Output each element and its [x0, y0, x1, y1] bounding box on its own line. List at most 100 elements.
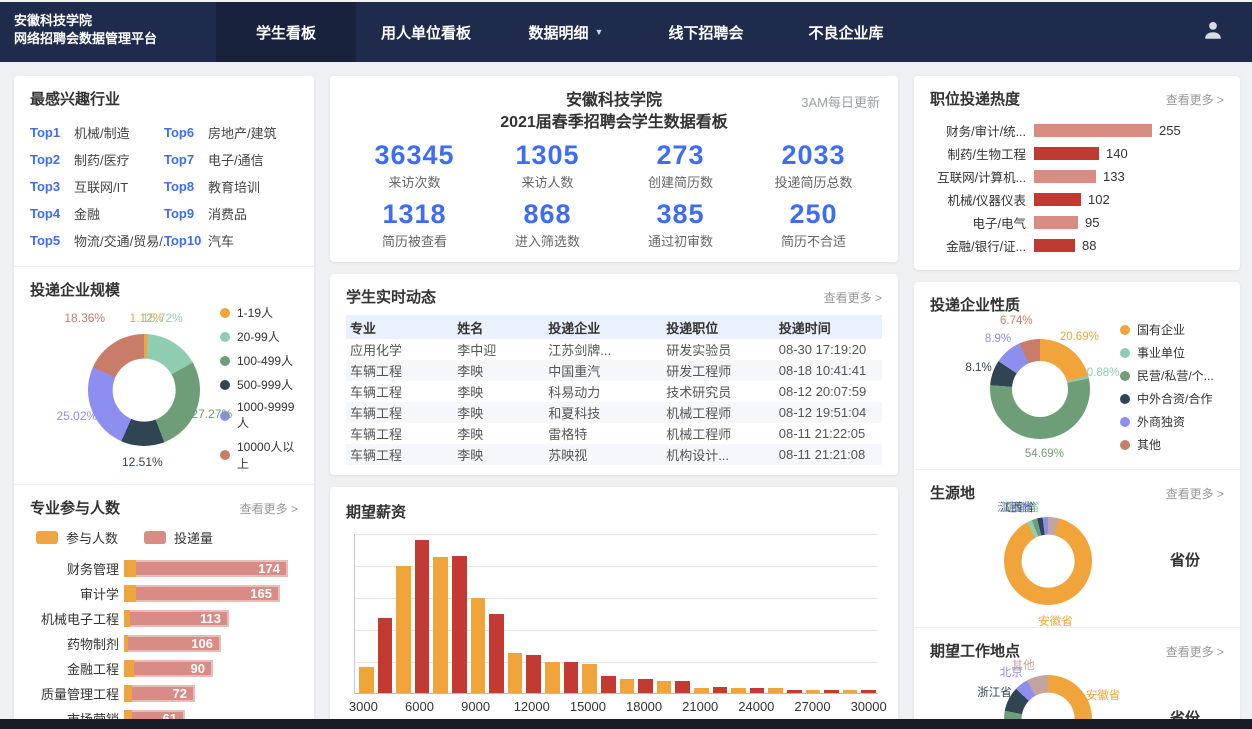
table-cell: 车辆工程: [346, 402, 453, 423]
legend-item[interactable]: 其他: [1120, 436, 1214, 453]
salary-bar[interactable]: [787, 690, 802, 693]
salary-bar[interactable]: [824, 690, 839, 693]
industry-item[interactable]: Top1机械/制造: [30, 119, 164, 146]
legend-item[interactable]: 外商独资: [1120, 413, 1214, 430]
nav-item-2[interactable]: 用人单位看板: [356, 2, 496, 62]
job-heat-row[interactable]: 机械/仪器仪表102: [930, 188, 1224, 210]
industry-item[interactable]: Top6房地产/建筑: [164, 119, 298, 146]
nav-item-4[interactable]: 线下招聘会: [636, 2, 776, 62]
stat-label: 通过初审数: [614, 231, 747, 250]
activity-more-link[interactable]: 查看更多 >: [824, 289, 882, 306]
legend-item[interactable]: 1-19人: [220, 304, 298, 321]
legend-item[interactable]: 民营/私营/个...: [1120, 367, 1214, 384]
salary-bar[interactable]: [489, 614, 504, 693]
legend-item[interactable]: 100-499人: [220, 352, 298, 369]
salary-bar[interactable]: [601, 676, 616, 693]
legend-item[interactable]: 500-999人: [220, 376, 298, 393]
stat-value: 868: [481, 199, 614, 229]
legend-item[interactable]: 国有企业: [1120, 321, 1214, 338]
salary-bar[interactable]: [731, 688, 746, 693]
salary-bar[interactable]: [638, 679, 653, 693]
delivery-bar-segment: 113: [130, 610, 229, 627]
industry-rank: Top4: [30, 206, 74, 221]
salary-bar[interactable]: [545, 662, 560, 693]
table-row[interactable]: 车辆工程李映苏映视机构设计...08-11 21:21:08: [346, 444, 882, 465]
salary-bar[interactable]: [843, 690, 858, 693]
industry-item[interactable]: Top9消费品: [164, 200, 298, 227]
industry-item[interactable]: Top8教育培训: [164, 173, 298, 200]
nav-item-3[interactable]: 数据明细▼: [496, 2, 636, 62]
nav-item-1[interactable]: 学生看板: [216, 2, 356, 62]
industries-list: Top1机械/制造Top2制药/医疗Top3互联网/ITTop4金融Top5物流…: [30, 119, 298, 254]
major-bar-row[interactable]: 财务管理174: [30, 557, 298, 579]
salary-bar[interactable]: [526, 655, 541, 693]
legend-item[interactable]: 中外合资/合作: [1120, 390, 1214, 407]
job-heat-row[interactable]: 财务/审计/统...255: [930, 119, 1224, 141]
major-bar-row[interactable]: 审计学165: [30, 582, 298, 604]
job-heat-row[interactable]: 电子/电气95: [930, 211, 1224, 233]
major-bar-row[interactable]: 药物制剂106: [30, 632, 298, 654]
legend-item[interactable]: 10000人以上: [220, 438, 298, 472]
nav-item-label: 线下招聘会: [668, 22, 743, 43]
salary-bar[interactable]: [750, 688, 765, 693]
salary-bar[interactable]: [657, 681, 672, 693]
job-heat-bar: [1034, 216, 1078, 229]
table-row[interactable]: 应用化学李中迎江苏剑牌...研发实验员08-30 17:19:20: [346, 339, 882, 360]
table-row[interactable]: 车辆工程李映中国重汽研发工程师08-18 10:41:41: [346, 360, 882, 381]
salary-bar[interactable]: [359, 667, 374, 693]
industry-item[interactable]: Top5物流/交通/贸易/...: [30, 227, 164, 254]
major-bars: 90: [124, 660, 298, 677]
salary-bar[interactable]: [378, 618, 393, 693]
salary-bar[interactable]: [675, 681, 690, 693]
salary-bar[interactable]: [713, 687, 728, 693]
table-row[interactable]: 车辆工程李映雷格特机械工程师08-11 21:22:05: [346, 423, 882, 444]
column-header[interactable]: 姓名: [453, 315, 544, 339]
salary-bar[interactable]: [861, 690, 876, 693]
salary-bar[interactable]: [452, 556, 467, 693]
salary-bar[interactable]: [694, 688, 709, 693]
major-bar-row[interactable]: 金融工程90: [30, 657, 298, 679]
work-place-more-link[interactable]: 查看更多 >: [1166, 643, 1224, 660]
industries-column: Top6房地产/建筑Top7电子/通信Top8教育培训Top9消费品Top10汽…: [164, 119, 298, 254]
majors-legend-item[interactable]: 投递量: [144, 528, 213, 547]
table-row[interactable]: 车辆工程李映科易动力技术研究员08-12 20:07:59: [346, 381, 882, 402]
salary-bar[interactable]: [396, 566, 411, 693]
job-heat-more-link[interactable]: 查看更多 >: [1166, 91, 1224, 108]
column-header[interactable]: 投递时间: [775, 315, 882, 339]
job-heat-row[interactable]: 制药/生物工程140: [930, 142, 1224, 164]
industry-item[interactable]: Top3互联网/IT: [30, 173, 164, 200]
salary-bar[interactable]: [508, 653, 523, 693]
column-header[interactable]: 投递职位: [662, 315, 775, 339]
industry-item[interactable]: Top10汽车: [164, 227, 298, 254]
salary-bar[interactable]: [415, 540, 430, 693]
job-heat-row[interactable]: 互联网/计算机...133: [930, 165, 1224, 187]
left-panel: 最感兴趣行业 Top1机械/制造Top2制药/医疗Top3互联网/ITTop4金…: [14, 76, 314, 729]
nav-item-5[interactable]: 不良企业库: [776, 2, 916, 62]
job-heat-bar: [1034, 124, 1152, 137]
salary-bar[interactable]: [768, 688, 783, 693]
column-header[interactable]: 专业: [346, 315, 453, 339]
majors-legend-item[interactable]: 参与人数: [36, 528, 118, 547]
industry-item[interactable]: Top4金融: [30, 200, 164, 227]
legend-item[interactable]: 20-99人: [220, 328, 298, 345]
salary-bar[interactable]: [806, 690, 821, 693]
table-row[interactable]: 车辆工程李映和夏科技机械工程师08-12 19:51:04: [346, 402, 882, 423]
salary-bar[interactable]: [564, 662, 579, 693]
user-icon[interactable]: [1202, 19, 1224, 46]
column-header[interactable]: 投递企业: [544, 315, 662, 339]
job-heat-row[interactable]: 金融/银行/证...88: [930, 234, 1224, 256]
salary-bar[interactable]: [433, 557, 448, 693]
legend-item[interactable]: 事业单位: [1120, 344, 1214, 361]
major-bar-row[interactable]: 机械电子工程113: [30, 607, 298, 629]
industry-item[interactable]: Top7电子/通信: [164, 146, 298, 173]
majors-more-link[interactable]: 查看更多 >: [240, 500, 298, 517]
salary-bar[interactable]: [620, 679, 635, 693]
salary-bar[interactable]: [471, 598, 486, 693]
industry-item[interactable]: Top2制药/医疗: [30, 146, 164, 173]
hometown-more-link[interactable]: 查看更多 >: [1166, 485, 1224, 502]
nav-item-label: 学生看板: [256, 22, 316, 43]
salary-bar[interactable]: [582, 664, 597, 693]
major-bar-row[interactable]: 质量管理工程72: [30, 682, 298, 704]
nav-user[interactable]: [1202, 2, 1252, 62]
legend-dot: [220, 332, 230, 342]
